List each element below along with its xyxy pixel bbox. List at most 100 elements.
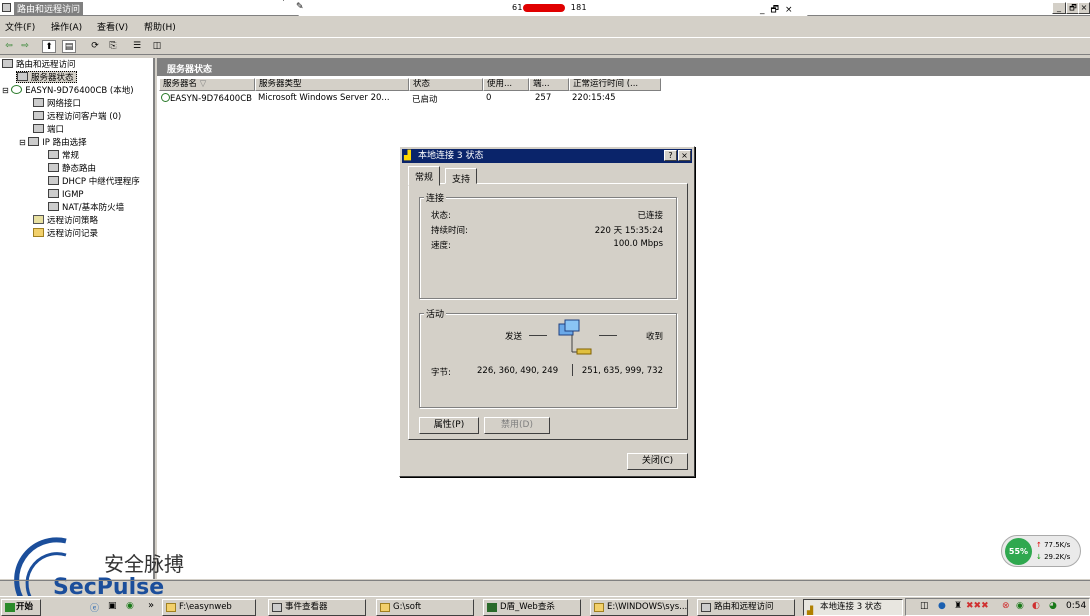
desktop-icon[interactable]: ▣ xyxy=(108,601,117,611)
dialog-help-button[interactable]: ? xyxy=(664,150,677,161)
task-g-soft[interactable]: G:\soft xyxy=(376,599,474,616)
up-folder-icon[interactable]: ⬆ xyxy=(42,40,56,53)
duration-label: 持续时间: xyxy=(431,226,468,236)
system-tray: ◫ ● ♜ ✖✖✖ ⊗ ◉ ◐ ◕ 0:54 xyxy=(905,598,1090,616)
app-icon xyxy=(2,3,11,12)
tree-server[interactable]: ⊟ EASYN-9D76400CB (本地) xyxy=(2,85,134,97)
tray-icon-5[interactable]: ⊗ xyxy=(1002,601,1010,611)
menu-bar: 文件(F) 操作(A) 查看(V) 帮助(H) xyxy=(0,17,1090,35)
network-icon xyxy=(33,98,44,107)
tree-remote-logging[interactable]: 远程访问记录 xyxy=(33,228,98,240)
tree-remote-policies[interactable]: 远程访问策略 xyxy=(33,215,98,227)
ie-icon[interactable]: ⓔ xyxy=(90,601,99,614)
tray-icon-8[interactable]: ◕ xyxy=(1049,601,1057,611)
tray-icon-4[interactable]: ✖✖✖ xyxy=(966,601,989,611)
table-row[interactable]: EASYN-9D76400CB xyxy=(161,93,252,104)
network-speed-gauge[interactable]: 55% ↑ 77.5K/s ↓ 29.2K/s xyxy=(1001,535,1081,567)
gauge-percent: 55% xyxy=(1005,538,1032,565)
received-label: 收到 xyxy=(645,332,663,342)
tab-support[interactable]: 支持 xyxy=(445,168,478,185)
tree-dhcp-relay[interactable]: DHCP 中继代理程序 xyxy=(48,176,140,188)
properties-button[interactable]: 属性(P) xyxy=(419,417,479,434)
connection-group-label: 连接 xyxy=(424,191,447,204)
tree-nat[interactable]: NAT/基本防火墙 xyxy=(48,202,124,214)
col-ports[interactable]: 端... xyxy=(529,78,569,91)
dhcp-icon xyxy=(48,176,59,185)
menu-file[interactable]: 文件(F) xyxy=(5,20,35,33)
clock[interactable]: 0:54 xyxy=(1066,601,1086,611)
folder-icon xyxy=(33,228,44,237)
help-tray-icon[interactable]: ● xyxy=(938,601,946,611)
menu-help[interactable]: 帮助(H) xyxy=(144,20,176,33)
task-windows-sys[interactable]: E:\WINDOWS\sys... xyxy=(590,599,688,616)
folder-icon xyxy=(380,603,390,612)
pin-icon[interactable]: ✎ xyxy=(296,2,304,12)
forward-icon[interactable]: ⇨ xyxy=(18,40,32,53)
tree-igmp[interactable]: IGMP xyxy=(48,189,84,201)
refresh-icon[interactable]: ⟳ xyxy=(88,40,102,53)
sent-line xyxy=(529,335,547,336)
watermark-cn: 安全脉搏 xyxy=(104,552,184,576)
tree-server-status[interactable]: 服务器状态 xyxy=(16,71,77,83)
media-icon[interactable]: ◉ xyxy=(126,601,134,611)
network-tray-icon[interactable]: ◫ xyxy=(920,601,929,611)
window-title: 路由和远程访问 xyxy=(14,2,84,15)
download-speed: ↓ 29.2K/s xyxy=(1036,553,1071,561)
routing-icon xyxy=(701,603,711,612)
tree-ip-routing[interactable]: ⊟ IP 路由选择 xyxy=(19,137,87,149)
activity-group xyxy=(419,313,677,408)
help-icon[interactable]: ◫ xyxy=(150,40,164,53)
tray-icon-7[interactable]: ◐ xyxy=(1032,601,1040,611)
tab-panel: 连接 状态: 已连接 持续时间: 220 天 15:35:24 速度: 100.… xyxy=(408,183,688,440)
col-status[interactable]: 状态 xyxy=(409,78,483,91)
bytes-sent-value: 226, 360, 490, 249 xyxy=(477,366,559,376)
tree-static-routes[interactable]: 静态路由 xyxy=(48,163,96,175)
activity-group-label: 活动 xyxy=(424,307,447,320)
speed-value: 100.0 Mbps xyxy=(613,239,663,249)
tree-ports[interactable]: 端口 xyxy=(33,124,64,136)
bytes-divider xyxy=(572,364,573,376)
tree-network-interfaces[interactable]: 网络接口 xyxy=(33,98,81,110)
toolbar: ⇦ ⇨ ⬆ ▤ ⟳ ⎘ ☰ ◫ xyxy=(0,37,1090,55)
show-tree-icon[interactable]: ▤ xyxy=(62,40,76,53)
dialog-close-x-button[interactable]: × xyxy=(678,150,691,161)
firewall-icon xyxy=(48,202,59,211)
col-usage[interactable]: 使用... xyxy=(483,78,529,91)
cell-type: Microsoft Windows Server 20... xyxy=(258,93,390,103)
cell-usage: 0 xyxy=(486,93,492,103)
start-button[interactable]: 开始 xyxy=(1,599,41,616)
col-uptime[interactable]: 正常运行时间 (... xyxy=(569,78,661,91)
task-dshield[interactable]: D盾_Web查杀 xyxy=(483,599,581,616)
server-icon xyxy=(17,72,28,81)
back-icon[interactable]: ⇦ xyxy=(2,40,16,53)
close-button[interactable]: × xyxy=(1078,2,1090,14)
col-server-type[interactable]: 服务器类型 xyxy=(255,78,409,91)
task-local-connection[interactable]: ▟ 本地连接 3 状态 xyxy=(803,599,903,616)
tree-remote-clients[interactable]: 远程访问客户端 (0) xyxy=(33,111,121,123)
quicklaunch-more[interactable]: » xyxy=(148,600,154,611)
task-routing[interactable]: 路由和远程访问 xyxy=(697,599,795,616)
tray-icon-3[interactable]: ♜ xyxy=(954,601,962,611)
status-value: 已连接 xyxy=(637,211,663,221)
tree-root[interactable]: 路由和远程访问 xyxy=(2,59,76,71)
folder-icon xyxy=(166,603,176,612)
static-routes-icon xyxy=(48,163,59,172)
properties-icon[interactable]: ☰ xyxy=(130,40,144,53)
task-event-viewer[interactable]: 事件查看器 xyxy=(268,599,366,616)
connection-status-dialog: 本地连接 3 状态 ▟ ? × 连接 状态: 已连接 持续时间: 220 天 1… xyxy=(399,146,695,477)
col-server-name[interactable]: 服务器名 ▽ xyxy=(159,78,255,91)
network-connection-icon: ▟ xyxy=(404,151,411,161)
menu-view[interactable]: 查看(V) xyxy=(97,20,128,33)
minimize-button[interactable]: _ xyxy=(1052,2,1066,14)
bytes-received-value: 251, 635, 999, 732 xyxy=(581,366,663,376)
tree-general[interactable]: 常规 xyxy=(48,150,79,162)
menu-action[interactable]: 操作(A) xyxy=(51,20,82,33)
export-icon[interactable]: ⎘ xyxy=(106,40,120,53)
tab-general[interactable]: 常规 xyxy=(408,166,441,186)
task-easynweb[interactable]: F:\easynweb xyxy=(162,599,256,616)
tray-icon-6[interactable]: ◉ xyxy=(1016,601,1024,611)
close-dialog-button[interactable]: 关闭(C) xyxy=(627,453,688,470)
disable-button[interactable]: 禁用(D) xyxy=(484,417,550,434)
network-activity-icon xyxy=(558,319,592,355)
rdp-controls[interactable]: _🗗× xyxy=(760,2,799,18)
